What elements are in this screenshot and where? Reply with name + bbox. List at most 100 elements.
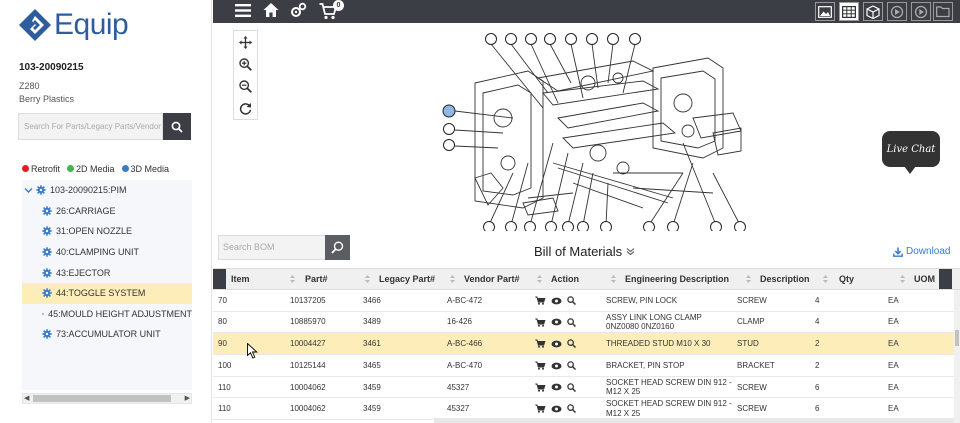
magnify-icon[interactable] bbox=[567, 361, 576, 371]
brand-logo[interactable]: Equip bbox=[18, 8, 129, 42]
download-link[interactable]: Download bbox=[893, 246, 950, 257]
col-vendor-part-number[interactable]: Vendor Part# bbox=[464, 269, 520, 289]
tree-item-mould-height-adjustment[interactable]: 45:MOULD HEIGHT ADJUSTMENT bbox=[22, 304, 192, 325]
bom-search-input[interactable]: Search BOM bbox=[218, 235, 326, 260]
bom-search-button[interactable] bbox=[325, 235, 350, 260]
cell-part-number: 10885970 bbox=[290, 317, 326, 327]
settings-gears-icon[interactable] bbox=[290, 2, 307, 19]
parts-search-input[interactable]: Search For Parts/Legacy Parts/Vendor bbox=[18, 113, 163, 140]
scroll-left-icon[interactable]: ◀ bbox=[24, 394, 29, 403]
add-to-cart-icon[interactable] bbox=[535, 318, 546, 327]
image-view-button[interactable] bbox=[815, 2, 835, 21]
cell-vendor-part-number: 16-426 bbox=[447, 317, 472, 327]
table-row[interactable]: 110 10004062 3459 45327 SOCKET HEAD SCRE… bbox=[213, 398, 960, 421]
view-eye-icon[interactable] bbox=[551, 318, 562, 326]
magnify-icon[interactable] bbox=[567, 317, 576, 327]
col-description[interactable]: Description bbox=[760, 269, 810, 289]
cell-description: CLAMP bbox=[737, 317, 765, 327]
folder-icon bbox=[935, 6, 950, 18]
view-eye-icon[interactable] bbox=[551, 362, 562, 370]
open-folder-button[interactable] bbox=[933, 2, 953, 21]
tree-item-label: 40:CLAMPING UNIT bbox=[56, 247, 140, 258]
scrollbar-thumb[interactable] bbox=[33, 395, 171, 402]
gear-icon bbox=[42, 329, 52, 340]
selected-callout-balloon[interactable] bbox=[442, 104, 456, 118]
tree-item-accumulator-unit[interactable]: 73:ACCUMULATOR UNIT bbox=[22, 324, 192, 345]
scroll-right-icon[interactable]: ▶ bbox=[185, 394, 190, 403]
cell-part-number: 10125144 bbox=[290, 360, 326, 370]
live-chat-button[interactable]: Live Chat bbox=[882, 131, 940, 174]
col-item[interactable]: Item bbox=[231, 269, 250, 289]
cell-vendor-part-number: 45327 bbox=[447, 382, 470, 392]
scrollbar-thumb[interactable] bbox=[955, 330, 959, 346]
sort-icon[interactable] bbox=[537, 275, 542, 283]
cell-item: 100 bbox=[218, 360, 232, 370]
tree-item-toggle-system[interactable]: 44:TOGGLE SYSTEM bbox=[22, 282, 192, 304]
magnify-icon[interactable] bbox=[567, 339, 576, 349]
legend-retrofit-label: Retrofit bbox=[31, 164, 61, 174]
tree-horizontal-scrollbar[interactable]: ◀ ▶ bbox=[22, 393, 192, 404]
view-eye-icon[interactable] bbox=[551, 405, 562, 413]
gear-icon bbox=[36, 185, 46, 195]
2d-media-dot-icon bbox=[67, 165, 75, 172]
cell-engineering-description: THREADED STUD M10 X 30 bbox=[606, 339, 711, 349]
col-part-number[interactable]: Part# bbox=[305, 269, 328, 289]
table-grid-icon bbox=[842, 5, 856, 18]
chevron-down-icon[interactable] bbox=[24, 186, 33, 195]
table-vertical-scrollbar[interactable] bbox=[954, 290, 960, 423]
rotate-view-button[interactable] bbox=[887, 2, 907, 21]
sort-icon[interactable] bbox=[746, 275, 751, 283]
view-eye-icon[interactable] bbox=[551, 383, 562, 391]
cart-count-badge: 0 bbox=[333, 0, 344, 11]
tree-item-ejector[interactable]: 43:EJECTOR bbox=[22, 262, 192, 283]
home-icon[interactable] bbox=[263, 2, 279, 18]
col-engineering-description[interactable]: Engineering Description bbox=[625, 269, 729, 289]
brand-name: Equip bbox=[54, 8, 129, 41]
table-horizontal-scrollbar[interactable] bbox=[434, 418, 954, 423]
table-row[interactable]: 110 10004062 3459 45327 SOCKET HEAD SCRE… bbox=[213, 377, 960, 399]
hamburger-menu-icon[interactable] bbox=[235, 3, 251, 18]
add-to-cart-icon[interactable] bbox=[535, 361, 546, 370]
cell-vendor-part-number: A-BC-470 bbox=[447, 360, 483, 370]
cell-item: 90 bbox=[218, 339, 227, 349]
add-to-cart-icon[interactable] bbox=[535, 383, 546, 392]
tree-item-open-nozzle[interactable]: 31:OPEN NOZZLE bbox=[22, 221, 192, 242]
add-to-cart-icon[interactable] bbox=[535, 296, 546, 305]
col-uom[interactable]: UOM bbox=[914, 269, 935, 289]
add-to-cart-icon[interactable] bbox=[535, 404, 546, 414]
cell-legacy-part-number: 3489 bbox=[363, 317, 381, 327]
3d-view-button[interactable] bbox=[863, 2, 883, 21]
add-to-cart-icon[interactable] bbox=[535, 339, 546, 349]
table-row[interactable]: 80 10885970 3489 16-426 ASSY LINK LONG C… bbox=[213, 312, 960, 334]
play-animation-button[interactable] bbox=[911, 2, 931, 21]
col-qty[interactable]: Qty bbox=[839, 269, 854, 289]
col-legacy-part-number[interactable]: Legacy Part# bbox=[379, 269, 435, 289]
tree-root[interactable]: 103-20090215:PIM bbox=[22, 180, 192, 201]
tree-item-clamping-unit[interactable]: 40:CLAMPING UNIT bbox=[22, 242, 192, 263]
view-eye-icon[interactable] bbox=[551, 297, 562, 305]
parts-search-button[interactable] bbox=[163, 113, 191, 140]
cell-description: STUD bbox=[737, 339, 759, 349]
sort-icon[interactable] bbox=[365, 275, 370, 283]
magnify-icon[interactable] bbox=[567, 404, 576, 414]
sort-icon[interactable] bbox=[290, 275, 295, 283]
cell-item: 80 bbox=[218, 317, 227, 327]
bom-title[interactable]: Bill of Materials bbox=[534, 244, 635, 259]
table-row[interactable]: 70 10137205 3466 A-BC-472 SCREW, PIN LOC… bbox=[213, 290, 960, 312]
table-view-button[interactable] bbox=[839, 2, 859, 21]
col-action: Action bbox=[551, 274, 579, 284]
cell-qty: 4 bbox=[815, 317, 820, 327]
sort-icon[interactable] bbox=[823, 275, 828, 283]
exploded-view-drawing[interactable]: Live Chat bbox=[213, 23, 960, 231]
sort-icon[interactable] bbox=[611, 275, 616, 283]
table-row-selected[interactable]: 90 10004427 3461 A-BC-466 THREADED STUD … bbox=[213, 333, 960, 356]
view-eye-icon[interactable] bbox=[551, 340, 562, 348]
magnify-icon[interactable] bbox=[567, 296, 576, 305]
sort-icon[interactable] bbox=[900, 275, 905, 283]
sort-icon[interactable] bbox=[450, 275, 455, 283]
tree-item-carriage[interactable]: 26:CARRIAGE bbox=[22, 201, 192, 222]
table-row[interactable]: 100 10125144 3465 A-BC-470 BRACKET, PIN … bbox=[213, 355, 960, 377]
magnify-icon[interactable] bbox=[567, 382, 576, 392]
sidebar: Equip 103-20090215 Z280 Berry Plastics S… bbox=[0, 0, 212, 423]
cell-actions bbox=[535, 355, 576, 376]
